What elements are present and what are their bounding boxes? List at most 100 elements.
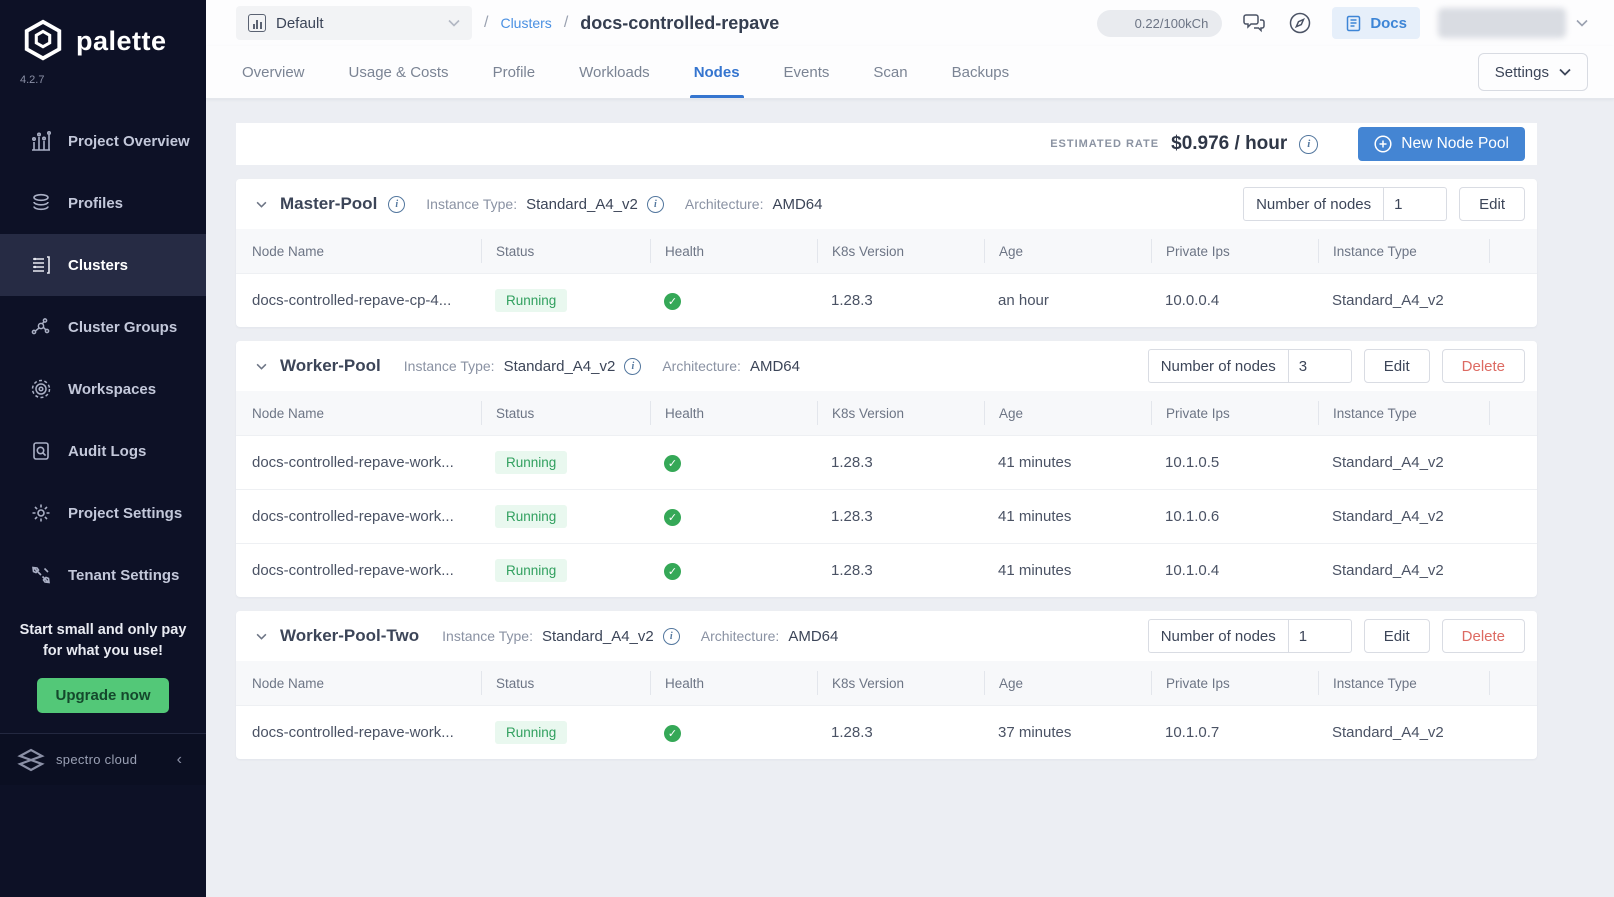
settings-button-label: Settings — [1494, 63, 1549, 81]
table-header-row: Node Name Status Health K8s Version Age … — [236, 391, 1537, 435]
brand-name: palette — [76, 25, 167, 56]
tab-nodes[interactable]: Nodes — [689, 46, 744, 98]
column-age: Age — [984, 401, 1151, 425]
architecture-label: Architecture: — [700, 628, 780, 644]
number-of-nodes-input[interactable]: 3 — [1289, 350, 1351, 382]
instance-type-value: Standard_A4_v2 — [526, 195, 638, 213]
instance-type-value: Standard_A4_v2 — [503, 357, 616, 375]
node-table-row: docs-controlled-repave-work... Running ✓… — [236, 543, 1537, 597]
project-scope-icon — [248, 14, 266, 32]
new-node-pool-label: New Node Pool — [1401, 135, 1509, 152]
collapse-pool-icon[interactable] — [252, 197, 271, 212]
user-account-menu[interactable] — [1438, 8, 1566, 38]
health-ok-icon: ✓ — [664, 508, 681, 526]
sidebar-item-project-overview[interactable]: Project Overview — [0, 110, 206, 172]
pool-header: Worker-Pool Instance Type: Standard_A4_v… — [236, 341, 1537, 391]
node-health-cell: ✓ — [650, 724, 817, 742]
chevron-down-icon — [1559, 68, 1571, 76]
instance-type-info-icon[interactable]: i — [662, 627, 680, 645]
tab-profile[interactable]: Profile — [493, 46, 536, 98]
collapse-pool-icon[interactable] — [252, 359, 271, 374]
tab-backups[interactable]: Backups — [952, 46, 1010, 98]
sidebar-nav: Project Overview Profiles Clusters Clust… — [0, 110, 206, 606]
column-private-ips: Private Ips — [1151, 239, 1318, 263]
column-node-name: Node Name — [252, 675, 325, 691]
node-k8s-version-cell: 1.28.3 — [831, 508, 873, 525]
sidebar-item-audit-logs[interactable]: Audit Logs — [0, 420, 206, 482]
sidebar-item-project-settings[interactable]: Project Settings — [0, 482, 206, 544]
pool-actions: Number of nodes 3 Edit Delete — [1147, 349, 1525, 383]
chevron-down-icon[interactable] — [1576, 14, 1588, 32]
tools-icon — [32, 566, 50, 584]
estimated-rate-bar: ESTIMATED RATE $0.976 / hour i New Node … — [236, 123, 1537, 165]
breadcrumb-clusters-link[interactable]: Clusters — [500, 15, 551, 31]
column-health: Health — [650, 401, 817, 425]
node-private-ip-cell: 10.1.0.5 — [1165, 454, 1220, 471]
delete-pool-button[interactable]: Delete — [1441, 619, 1525, 653]
sidebar-item-label: Clusters — [68, 256, 129, 274]
architecture-value: AMD64 — [788, 627, 839, 645]
node-table-row: docs-controlled-repave-work... Running ✓… — [236, 705, 1537, 759]
node-pool-card: Worker-Pool Instance Type: Standard_A4_v… — [236, 341, 1537, 597]
cluster-tabs: Overview Usage & Costs Profile Workloads… — [206, 46, 1614, 99]
delete-pool-button[interactable]: Delete — [1441, 349, 1525, 383]
docs-button[interactable]: Docs — [1332, 7, 1420, 39]
pool-title-info-icon[interactable]: i — [388, 195, 406, 213]
tab-usage-costs[interactable]: Usage & Costs — [349, 46, 449, 98]
edit-pool-button[interactable]: Edit — [1363, 349, 1430, 383]
column-actions — [1489, 239, 1537, 263]
column-private-ips: Private Ips — [1151, 671, 1318, 695]
node-health-cell: ✓ — [650, 562, 817, 580]
breadcrumb-separator: / — [563, 14, 569, 31]
sidebar-item-workspaces[interactable]: Workspaces — [0, 358, 206, 420]
tab-workloads[interactable]: Workloads — [579, 46, 650, 98]
estimated-rate-value: $0.976 / hour — [1171, 133, 1288, 154]
sidebar-item-label: Profiles — [68, 194, 124, 212]
node-age-cell: 41 minutes — [998, 508, 1072, 525]
node-instance-type-cell: Standard_A4_v2 — [1332, 724, 1444, 741]
tab-scan[interactable]: Scan — [873, 46, 907, 98]
node-instance-type-cell: Standard_A4_v2 — [1332, 508, 1444, 525]
collapse-pool-icon[interactable] — [252, 629, 271, 644]
instance-type-info-icon[interactable]: i — [646, 195, 664, 213]
number-of-nodes-input[interactable]: 1 — [1384, 188, 1446, 220]
app-version: 4.2.7 — [20, 74, 45, 86]
node-pool-card: Worker-Pool-Two Instance Type: Standard_… — [236, 611, 1537, 759]
node-instance-type-cell: Standard_A4_v2 — [1332, 562, 1444, 579]
sidebar-collapse-icon[interactable]: ‹ — [169, 747, 190, 773]
instance-type-info-icon[interactable]: i — [624, 357, 642, 375]
pools-container: Master-Pool i Instance Type: Standard_A4… — [236, 179, 1614, 759]
sidebar-item-profiles[interactable]: Profiles — [0, 172, 206, 234]
number-of-nodes-input[interactable]: 1 — [1289, 620, 1351, 652]
sidebar-item-clusters[interactable]: Clusters — [0, 234, 206, 296]
edit-pool-button[interactable]: Edit — [1363, 619, 1430, 653]
sidebar-item-tenant-settings[interactable]: Tenant Settings — [0, 544, 206, 606]
column-status: Status — [481, 401, 650, 425]
node-health-cell: ✓ — [650, 508, 817, 526]
column-k8s-version: K8s Version — [817, 401, 984, 425]
spectro-cloud-label: spectro cloud — [56, 752, 138, 768]
tab-events[interactable]: Events — [784, 46, 830, 98]
upgrade-now-button[interactable]: Upgrade now — [37, 678, 169, 714]
node-age-cell: 41 minutes — [998, 562, 1072, 579]
project-selector[interactable]: Default — [236, 6, 472, 40]
tab-overview[interactable]: Overview — [242, 46, 305, 98]
edit-pool-button[interactable]: Edit — [1459, 187, 1525, 221]
node-table-row: docs-controlled-repave-work... Running ✓… — [236, 489, 1537, 543]
status-badge: Running — [495, 721, 568, 744]
feedback-chat-button[interactable] — [1240, 9, 1268, 37]
sidebar-item-cluster-groups[interactable]: Cluster Groups — [0, 296, 206, 358]
explore-button[interactable] — [1286, 9, 1314, 37]
number-of-nodes-label: Number of nodes — [1149, 620, 1289, 652]
new-node-pool-button[interactable]: New Node Pool — [1358, 127, 1525, 161]
cluster-settings-button[interactable]: Settings — [1477, 53, 1588, 91]
book-icon — [1347, 15, 1361, 31]
column-k8s-version: K8s Version — [817, 671, 984, 695]
app-window: palette 4.2.7 Project Overview Profiles … — [0, 0, 1614, 897]
node-age-cell: an hour — [998, 292, 1049, 309]
clusters-icon — [33, 256, 50, 274]
node-k8s-version-cell: 1.28.3 — [831, 724, 873, 741]
info-icon[interactable]: i — [1299, 134, 1319, 154]
node-name-cell: docs-controlled-repave-cp-4... — [252, 292, 452, 309]
pool-rows: docs-controlled-repave-work... Running ✓… — [236, 705, 1537, 759]
